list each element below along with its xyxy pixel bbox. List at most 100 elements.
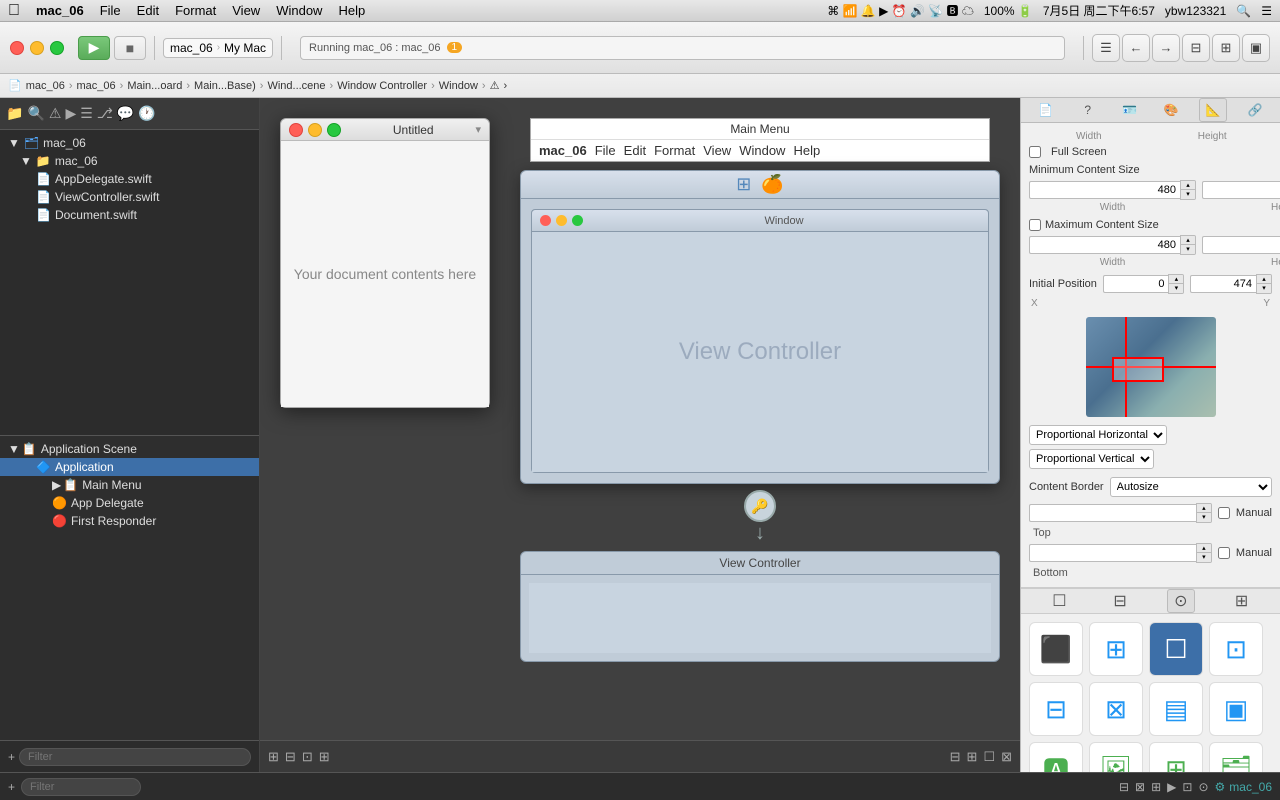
breadcrumb-item-2[interactable]: mac_06	[77, 80, 116, 92]
tree-item-main-menu[interactable]: ▶ 📋 Main Menu	[0, 476, 259, 494]
y-down-btn[interactable]: ▾	[1257, 284, 1271, 293]
breadcrumb-nav-next[interactable]: ›	[503, 80, 507, 92]
toggle-editor-button[interactable]: ⊞	[1212, 34, 1240, 62]
bottom-nav-btn-3[interactable]: ⊞	[1151, 780, 1161, 794]
inner-maximize-btn[interactable]	[572, 215, 583, 226]
max-content-checkbox[interactable]	[1029, 219, 1041, 231]
toggle-navigator-button[interactable]: ☰	[1092, 34, 1120, 62]
obj-collection-view[interactable]: 🗂	[1209, 742, 1263, 772]
doc-close-btn[interactable]	[289, 123, 303, 137]
menubar-app-name[interactable]: mac_06	[36, 3, 84, 18]
top-up-btn[interactable]: ▴	[1197, 504, 1211, 513]
canvas-btn-4[interactable]: ⊞	[319, 749, 330, 765]
nav-list-btn[interactable]: ☰	[80, 105, 93, 122]
breadcrumb-item-6[interactable]: Window Controller	[337, 80, 427, 92]
menubar-edit[interactable]: Edit	[137, 3, 159, 18]
top-manual-checkbox[interactable]	[1218, 507, 1230, 519]
nav-warning-btn[interactable]: ⚠	[49, 105, 62, 122]
quick-help-btn[interactable]: ?	[1074, 98, 1102, 122]
object-lib-tab-4[interactable]: ⊞	[1228, 589, 1256, 613]
canvas-btn-3[interactable]: ⊡	[302, 749, 313, 765]
top-down-btn[interactable]: ▾	[1197, 513, 1211, 522]
canvas-tool-2[interactable]: ⊞	[967, 749, 978, 765]
doc-maximize-btn[interactable]	[327, 123, 341, 137]
min-width-up[interactable]: ▴	[1181, 181, 1195, 190]
x-down-btn[interactable]: ▾	[1169, 284, 1183, 293]
tree-item-application[interactable]: 🔷 Application	[0, 458, 259, 476]
minimize-button[interactable]	[30, 41, 44, 55]
min-width-input[interactable]	[1029, 181, 1180, 199]
inner-close-btn[interactable]	[540, 215, 551, 226]
forward-button[interactable]: →	[1152, 34, 1180, 62]
bottom-nav-btn-5[interactable]: ⊡	[1182, 780, 1192, 794]
tree-item-first-responder[interactable]: 🔴 First Responder	[0, 512, 259, 530]
close-button[interactable]	[10, 41, 24, 55]
doc-title-dropdown[interactable]: ▾	[475, 123, 481, 136]
y-position-input[interactable]	[1190, 275, 1256, 293]
bottom-inspect-btn[interactable]: ⊙	[1198, 780, 1208, 794]
obj-box-view[interactable]: ▣	[1209, 682, 1263, 736]
breadcrumb-item-1[interactable]: mac_06	[26, 80, 65, 92]
scheme-selector[interactable]: mac_06 › My Mac	[163, 38, 273, 58]
canvas-tool-1[interactable]: ⊟	[950, 749, 961, 765]
canvas-btn-1[interactable]: ⊞	[268, 749, 279, 765]
breadcrumb-item-4[interactable]: Main...Base)	[194, 80, 256, 92]
back-button[interactable]: ←	[1122, 34, 1150, 62]
max-width-down[interactable]: ▾	[1181, 245, 1195, 254]
breadcrumb-item-7[interactable]: Window	[439, 80, 478, 92]
obj-grid-view[interactable]: ⊞	[1149, 742, 1203, 772]
obj-stack-view[interactable]: ▤	[1149, 682, 1203, 736]
sidebar-add-btn[interactable]: +	[8, 750, 15, 764]
bottom-nav-btn-2[interactable]: ⊠	[1135, 780, 1145, 794]
y-up-btn[interactable]: ▴	[1257, 275, 1271, 284]
inner-minimize-btn[interactable]	[556, 215, 567, 226]
bottom-manual-checkbox[interactable]	[1218, 547, 1230, 559]
menubar-format[interactable]: Format	[175, 3, 216, 18]
menubar-help[interactable]: Help	[338, 3, 365, 18]
tree-item-viewcontroller[interactable]: 📄 ViewController.swift	[0, 188, 259, 206]
size-inspector-btn[interactable]: 📐	[1199, 98, 1227, 122]
bottom-nav-btn-1[interactable]: ⊟	[1119, 780, 1129, 794]
maximize-button[interactable]	[50, 41, 64, 55]
run-button[interactable]: ▶	[78, 36, 110, 60]
canvas-tool-4[interactable]: ⊠	[1001, 749, 1012, 765]
menubar-list-icon[interactable]: ☰	[1261, 4, 1272, 18]
nav-folder-btn[interactable]: 📁	[6, 105, 23, 122]
obj-tile-view[interactable]: ⊟	[1029, 682, 1083, 736]
canvas-zoom-fit[interactable]: ⊟	[285, 749, 296, 765]
bottom-filter-input[interactable]	[21, 778, 141, 796]
nav-history-btn[interactable]: 🕐	[138, 105, 155, 122]
canvas-tool-3[interactable]: ☐	[983, 749, 995, 765]
object-lib-tab-2[interactable]: ⊟	[1106, 589, 1134, 613]
doc-minimize-btn[interactable]	[308, 123, 322, 137]
apple-menu[interactable]: 	[8, 2, 20, 20]
file-inspector-btn[interactable]: 📄	[1032, 98, 1060, 122]
obj-view[interactable]: ☐	[1149, 622, 1203, 676]
toggle-inspector-button[interactable]: ▣	[1242, 34, 1270, 62]
bottom-up-btn[interactable]: ▴	[1197, 544, 1211, 553]
tree-item-group[interactable]: ▼ 📁 mac_06	[0, 152, 259, 170]
max-width-input[interactable]	[1029, 236, 1180, 254]
menubar-search-icon[interactable]: 🔍	[1236, 4, 1251, 18]
canvas-scroll-area[interactable]: Untitled ▾ Your document contents here M…	[260, 98, 1020, 740]
nav-branch-btn[interactable]: ⎇	[97, 105, 113, 122]
max-width-up[interactable]: ▴	[1181, 236, 1195, 245]
obj-image-view[interactable]: 🖼	[1089, 742, 1143, 772]
tree-item-app-scene[interactable]: ▼ 📋 Application Scene	[0, 440, 259, 458]
full-screen-checkbox[interactable]	[1029, 146, 1041, 158]
nav-test-btn[interactable]: ▶	[65, 105, 76, 122]
tree-item-project-root[interactable]: ▼ 🗂 mac_06	[0, 134, 259, 152]
breadcrumb-item-5[interactable]: Wind...cene	[267, 80, 325, 92]
content-border-select[interactable]: Autosize Fixed	[1110, 477, 1272, 497]
autoresize-h-select[interactable]: Proportional Horizontal Fixed	[1029, 425, 1167, 445]
toggle-layout-button[interactable]: ⊟	[1182, 34, 1210, 62]
breadcrumb-nav-prev[interactable]: ⚠	[490, 79, 500, 92]
nav-search-btn[interactable]: 🔍	[27, 105, 44, 122]
max-height-input[interactable]	[1202, 236, 1280, 254]
bottom-down-btn[interactable]: ▾	[1197, 553, 1211, 562]
obj-scroll-view[interactable]: ⊡	[1209, 622, 1263, 676]
nav-speech-btn[interactable]: 💬	[117, 105, 134, 122]
top-input[interactable]	[1029, 504, 1196, 522]
menubar-file[interactable]: File	[100, 3, 121, 18]
tree-item-document[interactable]: 📄 Document.swift	[0, 206, 259, 224]
